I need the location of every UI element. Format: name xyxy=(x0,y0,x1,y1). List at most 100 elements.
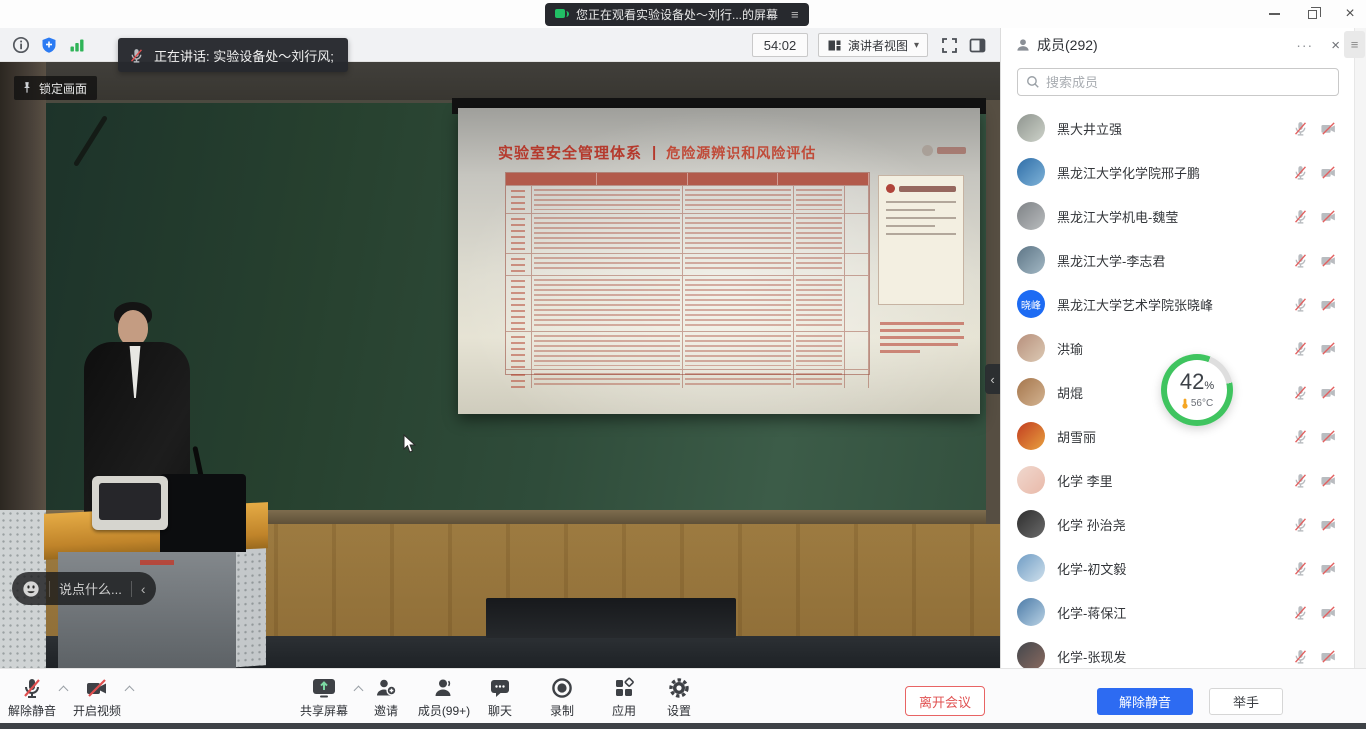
members-icon xyxy=(1015,37,1031,53)
invite-button[interactable]: 邀请 xyxy=(354,674,418,719)
members-more-icon[interactable]: ··· xyxy=(1296,37,1313,53)
restore-button[interactable] xyxy=(1304,6,1320,22)
search-input[interactable] xyxy=(1046,75,1330,90)
member-row[interactable]: 黑龙江大学机电-魏莹 xyxy=(1001,194,1354,238)
mic-muted-icon xyxy=(1292,296,1309,313)
panel-scrollbar[interactable] xyxy=(1354,28,1366,668)
member-name: 化学-初文毅 xyxy=(1057,559,1280,578)
start-video-button[interactable]: 开启视频 xyxy=(65,674,129,719)
panel-collapse-tab[interactable]: ‹ xyxy=(985,364,1000,394)
security-shield-icon[interactable] xyxy=(38,34,60,56)
network-signal-icon[interactable] xyxy=(66,34,88,56)
member-sort-icon[interactable]: ≡ xyxy=(1344,31,1365,58)
mic-muted-icon xyxy=(1292,164,1309,181)
chat-placeholder[interactable]: 说点什么... xyxy=(59,579,122,598)
wall-edge xyxy=(986,100,1000,524)
slide-side-paragraph xyxy=(880,322,966,357)
chat-collapse-icon[interactable]: ‹ xyxy=(141,581,146,597)
avatar xyxy=(1017,246,1045,274)
member-name: 胡雪丽 xyxy=(1057,427,1280,446)
presenter-head xyxy=(118,310,148,346)
system-gauge-overlay[interactable]: 42% 56°C xyxy=(1161,354,1233,426)
camera-muted-icon xyxy=(1319,208,1338,225)
camera-muted-icon xyxy=(1319,472,1338,489)
close-window-button[interactable]: × xyxy=(1342,6,1358,22)
share-screen-icon xyxy=(311,676,337,700)
leave-meeting-button[interactable]: 离开会议 xyxy=(905,686,985,716)
member-row[interactable]: 化学-张现发 xyxy=(1001,634,1354,668)
member-row[interactable]: 化学 孙治尧 xyxy=(1001,502,1354,546)
mic-muted-icon xyxy=(1292,340,1309,357)
avatar xyxy=(1017,158,1045,186)
member-name: 化学 孙治尧 xyxy=(1057,515,1280,534)
shared-screen-video[interactable]: 实验室安全管理体系 | 危险源辨识和风险评估 xyxy=(0,62,1000,668)
camera-muted-icon xyxy=(1319,340,1338,357)
lectern-brand xyxy=(140,560,174,565)
pill-menu-icon[interactable]: ≡ xyxy=(791,7,799,22)
mic-muted-icon xyxy=(20,676,44,700)
camera-muted-icon xyxy=(1319,164,1338,181)
camera-muted-icon xyxy=(1319,604,1338,621)
invite-icon xyxy=(374,676,398,700)
lectern-monitor xyxy=(92,476,168,530)
members-button[interactable]: 成员(99+) xyxy=(412,674,476,719)
share-screen-button[interactable]: 共享屏幕 xyxy=(292,674,356,719)
chat-button[interactable]: 聊天 xyxy=(468,674,532,719)
mic-muted-icon xyxy=(1292,208,1309,225)
member-row[interactable]: 化学-蒋保江 xyxy=(1001,590,1354,634)
camera-muted-icon xyxy=(1319,296,1338,313)
slide-title-left: 实验室安全管理体系 xyxy=(498,142,642,163)
camera-muted-icon xyxy=(1319,516,1338,533)
member-row[interactable]: 黑大井立强 xyxy=(1001,106,1354,150)
thermometer-icon xyxy=(1181,398,1189,409)
pin-view-button[interactable]: 锁定画面 xyxy=(14,76,97,100)
speaking-text: 正在讲话: 实验设备处～刘行风; xyxy=(154,46,334,65)
member-row[interactable]: 化学-初文毅 xyxy=(1001,546,1354,590)
avatar: 晓峰 xyxy=(1017,290,1045,318)
gauge-percent: 42 xyxy=(1180,369,1204,394)
fullscreen-icon[interactable] xyxy=(938,34,960,56)
slide-title: 实验室安全管理体系 | 危险源辨识和风险评估 xyxy=(498,142,958,163)
members-close-icon[interactable]: × xyxy=(1331,37,1340,54)
meeting-window: 您正在观看实验设备处～刘行...的屏幕 ≡ × 54:02 演讲者视图 ▾ xyxy=(0,0,1366,729)
quick-chat-bar[interactable]: 说点什么... ‹ xyxy=(12,572,156,605)
emoji-icon[interactable] xyxy=(22,580,40,598)
gauge-unit: % xyxy=(1204,380,1214,392)
apps-icon xyxy=(612,676,636,700)
member-name: 化学 李里 xyxy=(1057,471,1280,490)
settings-button[interactable]: 设置 xyxy=(647,674,711,719)
view-mode-button[interactable]: 演讲者视图 ▾ xyxy=(818,33,928,57)
raise-hand-button[interactable]: 举手 xyxy=(1209,688,1283,715)
camera-muted-icon xyxy=(1319,252,1338,269)
avatar xyxy=(1017,598,1045,626)
mouse-cursor xyxy=(403,434,417,454)
minimize-button[interactable] xyxy=(1266,6,1282,22)
university-logo xyxy=(922,144,966,156)
record-button[interactable]: 录制 xyxy=(530,674,594,719)
member-name: 黑龙江大学艺术学院张晓峰 xyxy=(1057,295,1280,314)
view-dropdown-icon: ▾ xyxy=(914,40,919,51)
member-row[interactable]: 黑龙江大学化学院邢子鹏 xyxy=(1001,150,1354,194)
watching-screen-pill[interactable]: 您正在观看实验设备处～刘行...的屏幕 ≡ xyxy=(545,3,809,26)
mic-muted-icon xyxy=(1292,516,1309,533)
slide-title-right: 危险源辨识和风险评估 xyxy=(666,143,816,163)
watching-title: 您正在观看实验设备处～刘行...的屏幕 xyxy=(576,6,778,23)
avatar xyxy=(1017,202,1045,230)
member-name: 黑大井立强 xyxy=(1057,119,1280,138)
mic-muted-icon xyxy=(1292,472,1309,489)
slide-title-divider: | xyxy=(652,144,656,161)
member-name: 黑龙江大学化学院邢子鹏 xyxy=(1057,163,1280,182)
avatar xyxy=(1017,334,1045,362)
member-row[interactable]: 黑龙江大学-李志君 xyxy=(1001,238,1354,282)
panel-unmute-button[interactable]: 解除静音 xyxy=(1097,688,1193,715)
camera-muted-icon xyxy=(1319,120,1338,137)
unmute-button[interactable]: 解除静音 xyxy=(0,674,64,719)
member-row[interactable]: 晓峰 黑龙江大学艺术学院张晓峰 xyxy=(1001,282,1354,326)
mic-muted-icon xyxy=(1292,560,1309,577)
meeting-info-icon[interactable] xyxy=(10,34,32,56)
member-row[interactable]: 化学 李里 xyxy=(1001,458,1354,502)
member-search[interactable] xyxy=(1017,68,1339,96)
member-name: 黑龙江大学机电-魏莹 xyxy=(1057,207,1280,226)
projector-screen: 实验室安全管理体系 | 危险源辨识和风险评估 xyxy=(458,108,980,414)
side-panel-toggle-icon[interactable] xyxy=(966,34,988,56)
